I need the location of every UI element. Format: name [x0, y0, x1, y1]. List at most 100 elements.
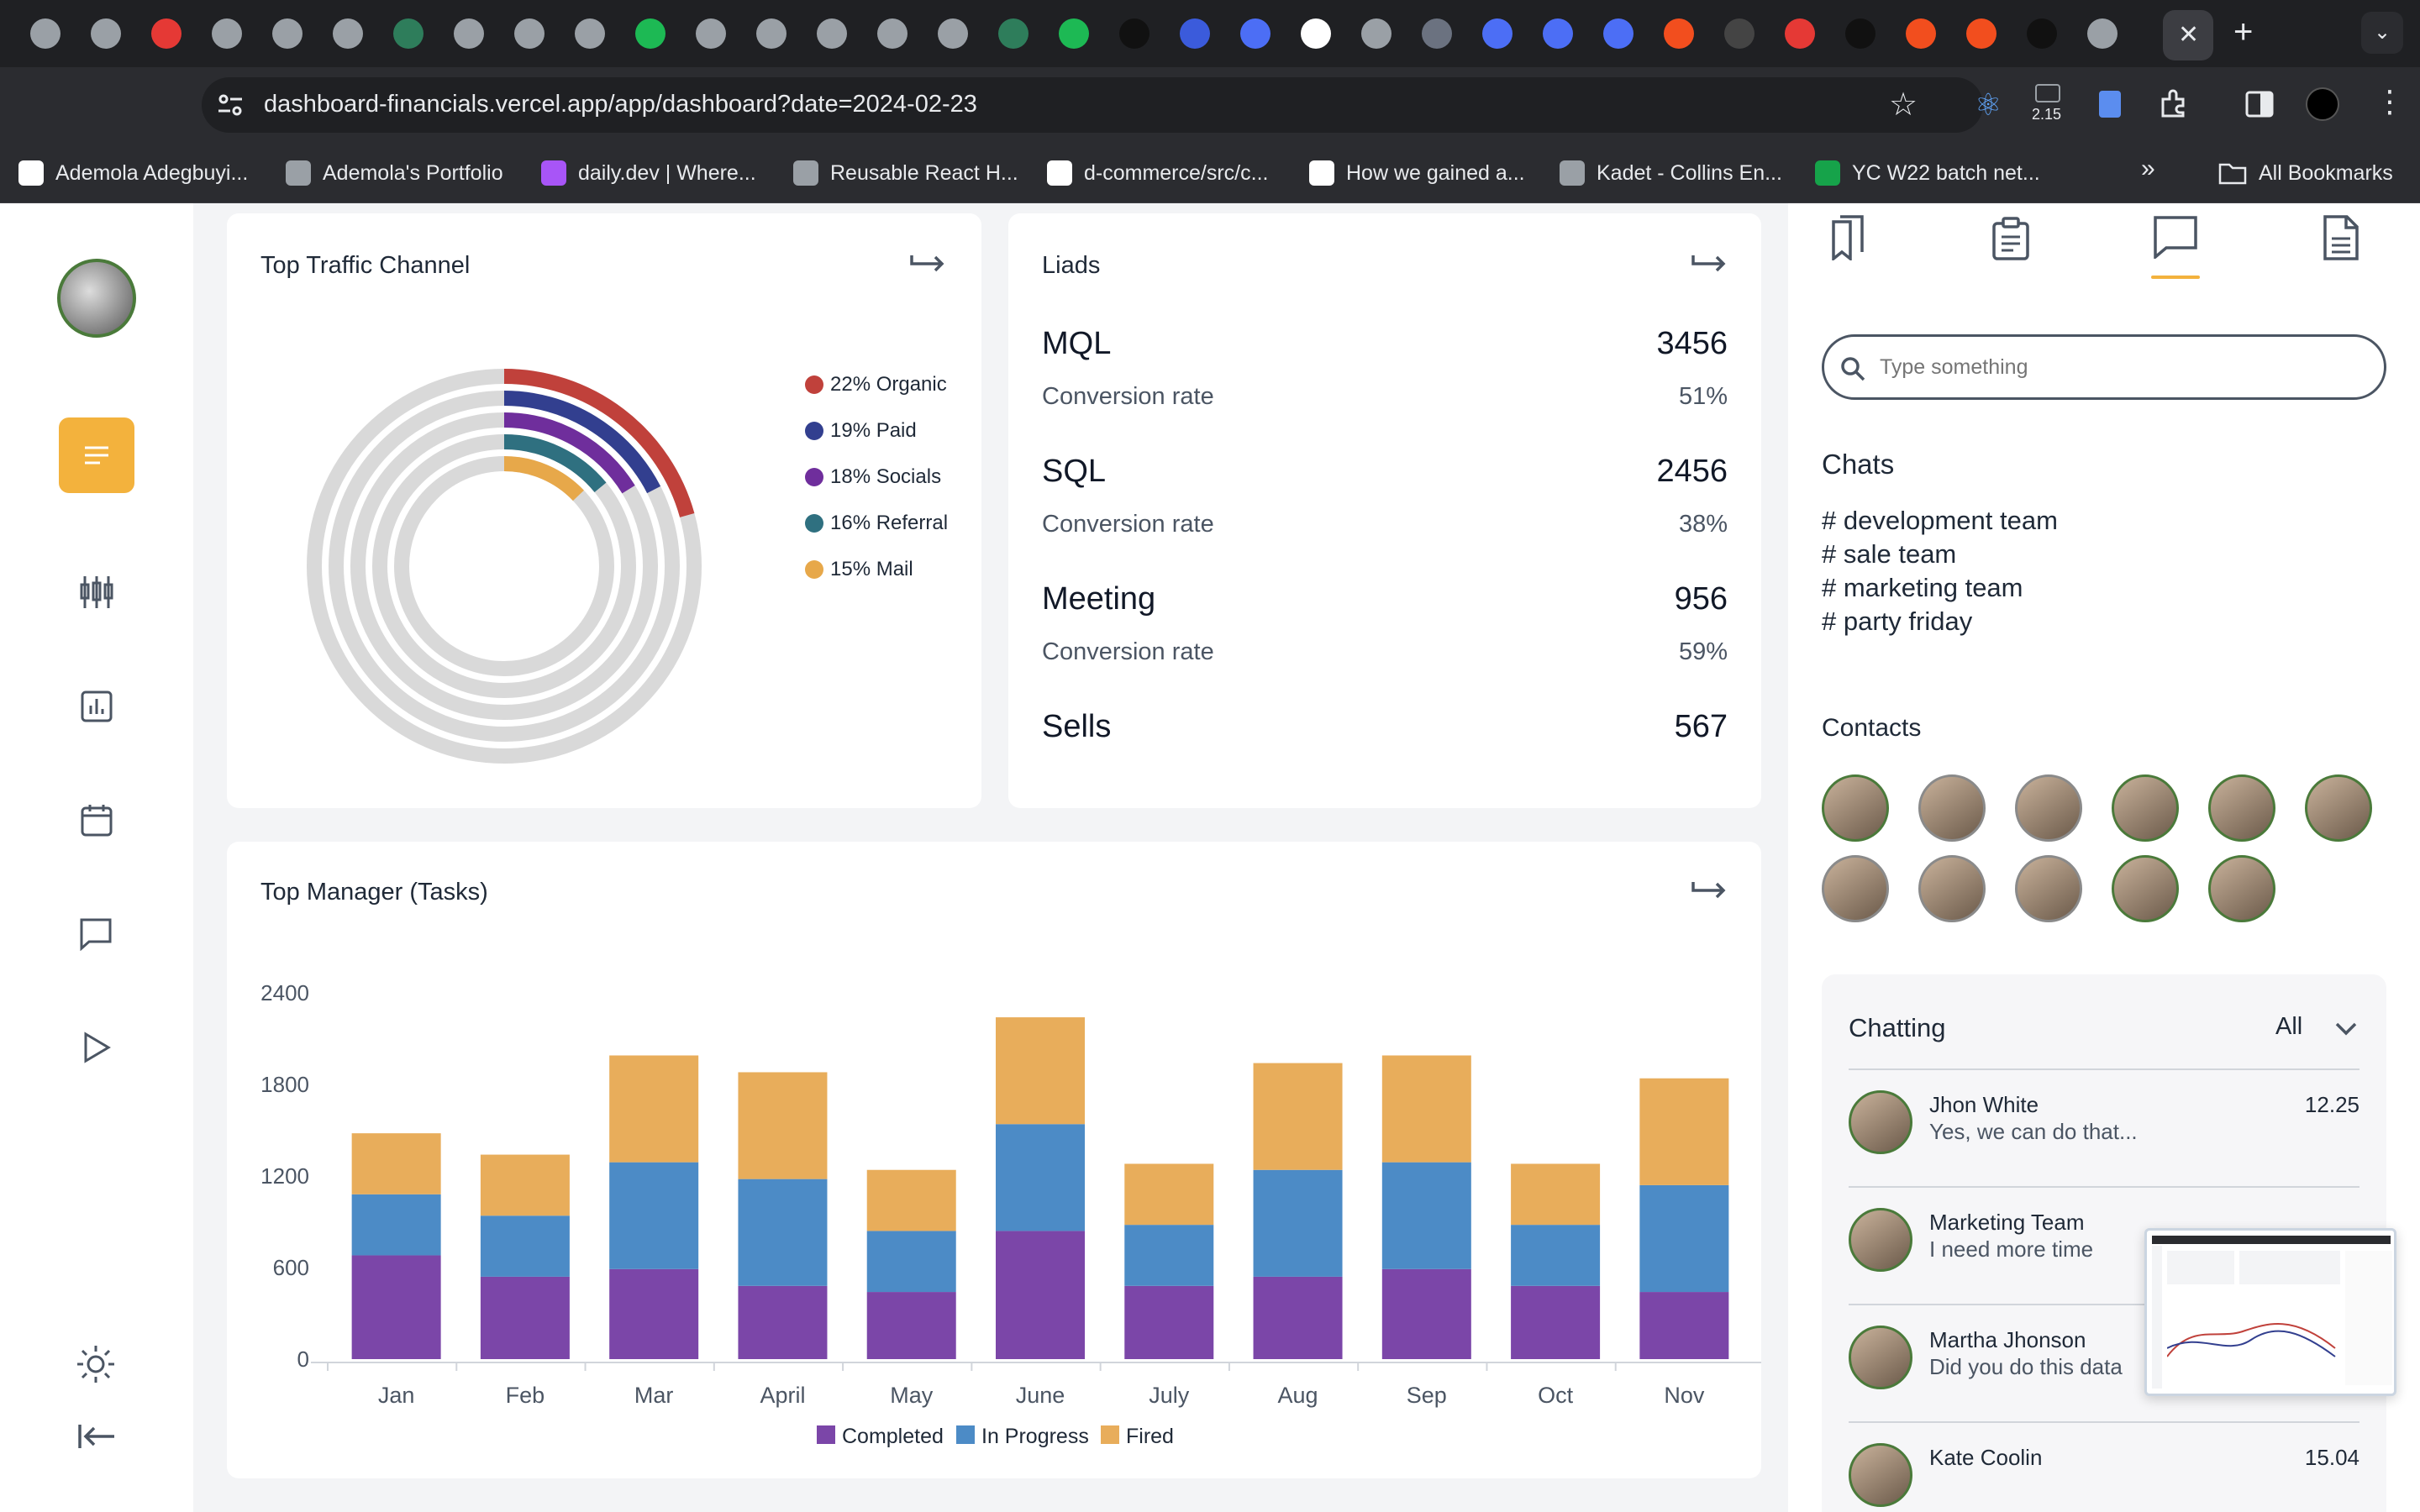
tab-favicon[interactable] [2027, 18, 2057, 49]
bar-in-progress[interactable] [1124, 1225, 1214, 1286]
tab-favicon[interactable] [1240, 18, 1270, 49]
site-settings-icon[interactable] [217, 92, 244, 118]
calendar-icon[interactable] [81, 803, 113, 837]
tab-favicon[interactable] [1845, 18, 1876, 49]
tab-favicon[interactable] [454, 18, 484, 49]
bar-in-progress[interactable] [1253, 1169, 1343, 1277]
contact-avatar[interactable] [2305, 774, 2372, 842]
tab-favicon[interactable] [1966, 18, 1996, 49]
contact-avatar[interactable] [1918, 774, 1986, 842]
tab-search-icon[interactable]: ⌄ [2361, 12, 2403, 54]
chat-avatar[interactable] [1849, 1443, 1912, 1507]
extension-badge-icon[interactable]: 2.15 [2032, 84, 2070, 123]
bar-completed[interactable] [738, 1285, 828, 1359]
candlestick-icon[interactable] [79, 575, 114, 610]
tab-favicon[interactable] [877, 18, 908, 49]
tab-favicon[interactable] [635, 18, 666, 49]
close-tab-icon[interactable]: ✕ [2178, 20, 2199, 50]
tab-favicon[interactable] [1906, 18, 1936, 49]
sun-icon[interactable] [76, 1344, 116, 1384]
bar-fired[interactable] [1511, 1163, 1601, 1226]
bar-fired[interactable] [351, 1133, 441, 1194]
contact-avatar[interactable] [2015, 774, 2082, 842]
channel-item[interactable]: # sale team [1822, 538, 2058, 571]
collapse-sidebar-icon[interactable] [77, 1423, 116, 1450]
url-text[interactable]: dashboard-financials.vercel.app/app/dash… [264, 91, 977, 118]
side-panel-icon[interactable] [2245, 91, 2274, 118]
bar-completed[interactable] [351, 1255, 441, 1359]
bar-completed[interactable] [609, 1268, 699, 1359]
contact-avatar[interactable] [1822, 774, 1889, 842]
bar-fired[interactable] [1124, 1163, 1214, 1226]
search-input[interactable] [1880, 349, 2367, 386]
tab-favicon[interactable] [1785, 18, 1815, 49]
bar-fired[interactable] [1253, 1063, 1343, 1170]
bar-in-progress[interactable] [480, 1215, 570, 1277]
bar-fired[interactable] [1381, 1055, 1471, 1163]
chat-avatar[interactable] [1849, 1208, 1912, 1272]
screenshot-thumbnail[interactable] [2144, 1228, 2396, 1396]
contact-avatar[interactable] [2208, 855, 2275, 922]
tab-favicon[interactable] [575, 18, 605, 49]
bar-fired[interactable] [480, 1154, 570, 1216]
bookmark-item[interactable]: daily.dev | Where... [541, 160, 756, 186]
all-bookmarks-button[interactable]: All Bookmarks [2218, 160, 2393, 186]
tab-favicon[interactable] [1543, 18, 1573, 49]
tab-favicon[interactable] [333, 18, 363, 49]
tab-favicon[interactable] [212, 18, 242, 49]
contact-avatar[interactable] [2208, 774, 2275, 842]
new-tab-icon[interactable]: + [2233, 13, 2253, 51]
message-icon[interactable] [79, 917, 113, 951]
chevron-down-icon[interactable] [2334, 1021, 2358, 1037]
bar-completed[interactable] [866, 1292, 956, 1359]
bookmark-item[interactable]: How we gained a... [1309, 160, 1525, 186]
bookmark-item[interactable]: Ademola Adegbuyi... [18, 160, 248, 186]
contact-avatar[interactable] [1918, 855, 1986, 922]
bar-fired[interactable] [866, 1169, 956, 1231]
expand-arrow-icon[interactable] [1691, 254, 1728, 277]
play-icon[interactable] [82, 1032, 111, 1063]
tab-favicon[interactable] [1422, 18, 1452, 49]
tab-favicon[interactable] [2087, 18, 2118, 49]
tab-favicon[interactable] [30, 18, 60, 49]
tab-favicon[interactable] [817, 18, 847, 49]
bar-in-progress[interactable] [996, 1124, 1085, 1231]
tab-favicon[interactable] [1603, 18, 1634, 49]
tab-favicon[interactable] [938, 18, 968, 49]
bookmark-star-icon[interactable]: ☆ [1889, 86, 1918, 123]
bar-completed[interactable] [1511, 1285, 1601, 1359]
bar-in-progress[interactable] [1511, 1225, 1601, 1286]
bar-fired[interactable] [996, 1017, 1085, 1125]
bar-completed[interactable] [1253, 1276, 1343, 1359]
tab-favicon[interactable] [393, 18, 424, 49]
docs-extension-icon[interactable] [2099, 91, 2121, 118]
chat-name[interactable]: Jhon White [1929, 1092, 2039, 1118]
bar-fired[interactable] [738, 1072, 828, 1179]
tab-favicon[interactable] [998, 18, 1028, 49]
profile-avatar[interactable] [2306, 87, 2339, 121]
chat-avatar[interactable] [1849, 1326, 1912, 1389]
tab-favicon[interactable] [1180, 18, 1210, 49]
tab-favicon[interactable] [696, 18, 726, 49]
more-bookmarks-icon[interactable]: » [2141, 155, 2155, 183]
tab-favicon[interactable] [1724, 18, 1754, 49]
clipboard-icon[interactable] [1991, 217, 2030, 260]
bar-in-progress[interactable] [609, 1162, 699, 1269]
bar-fired[interactable] [1639, 1078, 1729, 1185]
bar-completed[interactable] [1124, 1285, 1214, 1359]
tab-favicon[interactable] [1301, 18, 1331, 49]
bar-completed[interactable] [1381, 1268, 1471, 1359]
tab-favicon[interactable] [151, 18, 182, 49]
channel-item[interactable]: # party friday [1822, 605, 2058, 638]
contact-avatar[interactable] [1822, 855, 1889, 922]
bookmark-item[interactable]: Ademola's Portfolio [286, 160, 503, 186]
chat-bubble-icon[interactable] [2153, 215, 2198, 259]
tab-favicon[interactable] [514, 18, 544, 49]
tab-favicon[interactable] [1664, 18, 1694, 49]
react-devtools-icon[interactable]: ⚛ [1975, 87, 2002, 123]
search-field[interactable] [1822, 334, 2386, 400]
chat-avatar[interactable] [1849, 1090, 1912, 1154]
bar-chart-icon[interactable] [81, 690, 113, 722]
bookmarks-icon[interactable] [1828, 215, 1865, 260]
bar-completed[interactable] [996, 1231, 1085, 1359]
